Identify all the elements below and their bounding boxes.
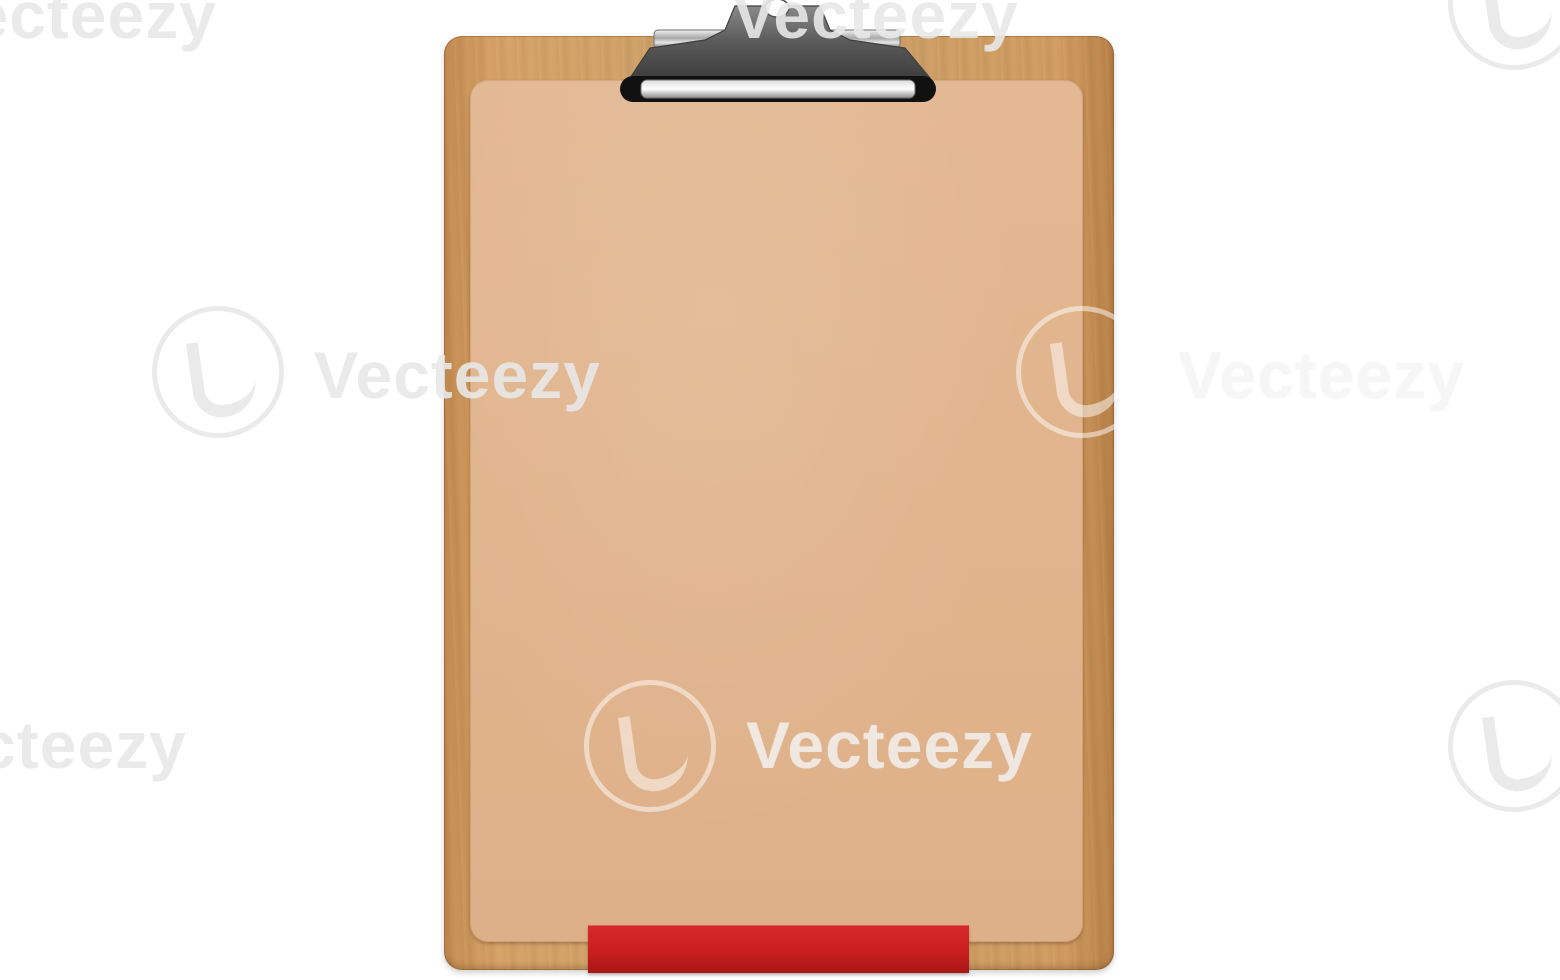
watermark-text: Vecteezy xyxy=(732,0,1019,52)
watermark-text: Vecteezy xyxy=(1178,338,1465,412)
watermark-logo-icon xyxy=(1448,0,1560,70)
watermark-logo-icon xyxy=(1448,680,1560,812)
watermark-logo-icon xyxy=(1016,306,1148,438)
watermark-text: Vecteezy xyxy=(314,338,601,412)
watermark-text: Vecteezy xyxy=(0,0,217,52)
image-canvas: Vecteezy Vecteezy Vecteezy Vecteezy Vect… xyxy=(0,0,1560,980)
red-binding-tab xyxy=(588,925,969,973)
watermark-text: Vecteezy xyxy=(0,708,187,782)
watermark-text: Vecteezy xyxy=(746,708,1033,782)
watermark-logo-icon xyxy=(584,680,716,812)
clipboard-paper xyxy=(470,80,1083,942)
watermark-logo-icon xyxy=(152,306,284,438)
